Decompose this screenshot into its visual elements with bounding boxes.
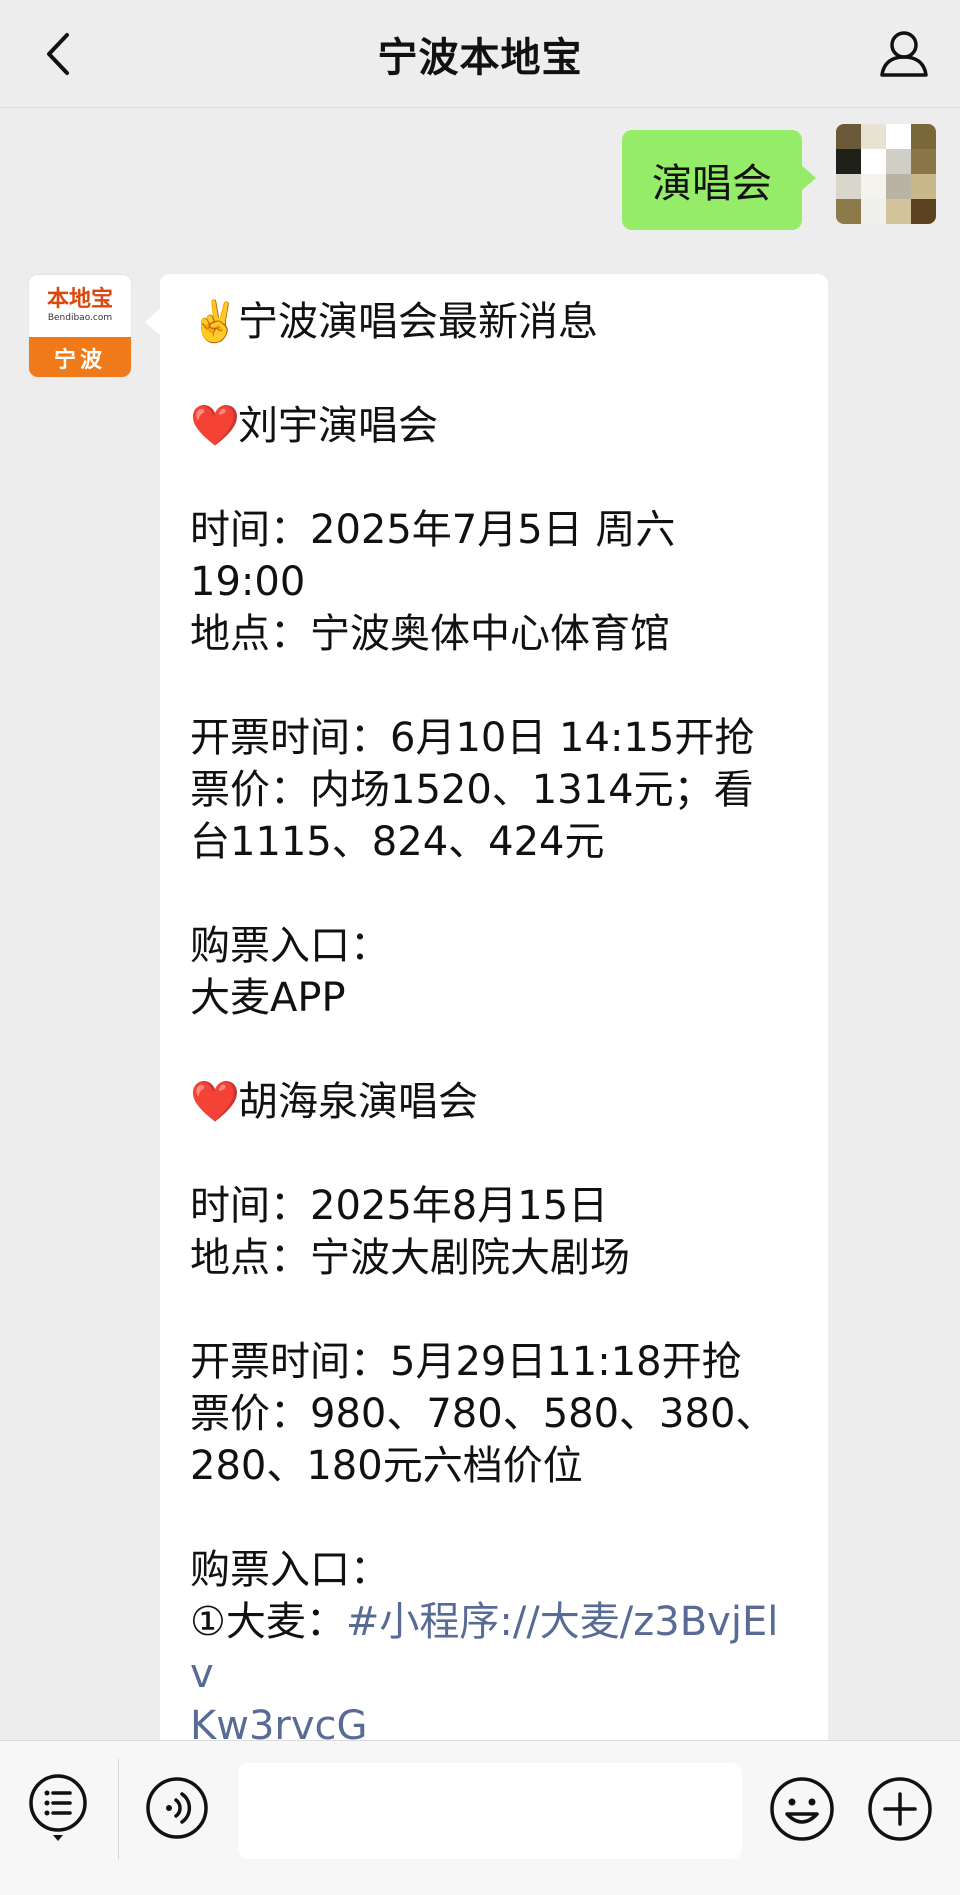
plus-button[interactable] xyxy=(866,1775,934,1843)
person-icon xyxy=(880,31,928,77)
message-input[interactable] xyxy=(238,1763,742,1859)
voice-button[interactable] xyxy=(144,1775,210,1841)
message-line: 票价：980、780、580、380、 xyxy=(190,1388,798,1440)
outgoing-message-text: 演唱会 xyxy=(652,161,772,207)
message-line: 开票时间：5月29日11:18开抢 xyxy=(190,1336,798,1388)
message-line-text: 票价：内场1520、1314元；看 xyxy=(190,767,754,813)
message-line-text: ①大麦： xyxy=(190,1599,346,1645)
message-line-text: 台1115、824、424元 xyxy=(190,819,605,865)
user-avatar[interactable] xyxy=(836,124,936,224)
message-line-text: 开票时间：6月10日 14:15开抢 xyxy=(190,715,755,761)
message-line-text: 280、180元六档价位 xyxy=(190,1443,583,1489)
message-line-text: 时间：2025年8月15日 xyxy=(190,1183,609,1229)
message-line: ❤️刘宇演唱会 xyxy=(190,400,798,452)
avatar-brand: 本地宝 xyxy=(46,287,113,312)
emoji-button[interactable] xyxy=(768,1775,836,1843)
message-line-text: 地点：宁波奥体中心体育馆 xyxy=(190,611,670,657)
message-line: 时间：2025年7月5日 周六 xyxy=(190,504,798,556)
red-heart-icon: ❤️ xyxy=(190,1079,240,1125)
message-line-text: 地点：宁波大剧院大剧场 xyxy=(190,1235,630,1281)
list-menu-icon xyxy=(29,1774,87,1841)
message-line: ❤️胡海泉演唱会 xyxy=(190,1076,798,1128)
incoming-message[interactable]: ✌️宁波演唱会最新消息 ❤️刘宇演唱会 时间：2025年7月5日 周六 19:00 地点… xyxy=(160,274,828,1740)
message-line-text: 票价：980、780、580、380、 xyxy=(190,1391,776,1437)
profile-button[interactable] xyxy=(874,24,934,84)
voice-icon xyxy=(146,1777,208,1839)
message-line-text: 购票入口： xyxy=(190,1547,390,1593)
message-line: 地点：宁波奥体中心体育馆 xyxy=(190,608,798,660)
message-line: ①大麦：#小程序://大麦/z3BvjElv xyxy=(190,1596,798,1700)
message-line: 开票时间：6月10日 14:15开抢 xyxy=(190,712,798,764)
bendibao-avatar[interactable]: 本地宝 Bendibao.com 宁波 xyxy=(28,274,132,378)
plus-icon xyxy=(868,1777,932,1841)
message-line-text: 购票入口： xyxy=(190,923,390,969)
chevron-left-icon xyxy=(47,33,69,75)
avatar-city: 宁波 xyxy=(29,337,131,377)
message-line: 台1115、824、424元 xyxy=(190,816,798,868)
message-line: 280、180元六档价位 xyxy=(190,1440,798,1492)
message-line: 地点：宁波大剧院大剧场 xyxy=(190,1232,798,1284)
page-title: 宁波本地宝 xyxy=(377,34,583,81)
smiley-icon xyxy=(770,1777,834,1841)
outgoing-message[interactable]: 演唱会 xyxy=(622,130,816,230)
back-button[interactable] xyxy=(30,26,86,82)
incoming-bubble-tail xyxy=(145,308,161,336)
chat-area[interactable]: 演唱会 本地宝 Bendibao.com 宁波 ✌️宁波演唱会最新消息 ❤️刘宇演… xyxy=(0,108,960,1740)
message-line: ✌️宁波演唱会最新消息 xyxy=(190,296,798,348)
menu-button[interactable] xyxy=(26,1773,90,1843)
message-line-text: 时间：2025年7月5日 周六 xyxy=(190,507,676,553)
message-line: Kw3rvcG xyxy=(190,1700,798,1740)
avatar-url: Bendibao.com xyxy=(47,313,113,323)
message-line-text: 宁波演唱会最新消息 xyxy=(238,299,598,345)
input-bar xyxy=(0,1740,960,1895)
input-bar-divider xyxy=(118,1759,119,1859)
message-line-text: 开票时间：5月29日11:18开抢 xyxy=(190,1339,742,1385)
navigation-bar: 宁波本地宝 xyxy=(0,0,960,108)
message-line: 19:00 xyxy=(190,556,798,608)
message-line: 大麦APP xyxy=(190,972,798,1024)
message-line-text: 19:00 xyxy=(190,559,306,605)
message-line-text: 大麦APP xyxy=(190,975,346,1021)
message-line: 购票入口： xyxy=(190,1544,798,1596)
red-heart-icon: ❤️ xyxy=(190,403,240,449)
message-line-text: 胡海泉演唱会 xyxy=(238,1079,478,1125)
mini-program-link[interactable]: Kw3rvcG xyxy=(190,1703,368,1740)
message-line: 时间：2025年8月15日 xyxy=(190,1180,798,1232)
victory-hand-icon: ✌️ xyxy=(190,299,240,345)
message-line: 票价：内场1520、1314元；看 xyxy=(190,764,798,816)
message-line-text: 刘宇演唱会 xyxy=(238,403,438,449)
message-line: 购票入口： xyxy=(190,920,798,972)
